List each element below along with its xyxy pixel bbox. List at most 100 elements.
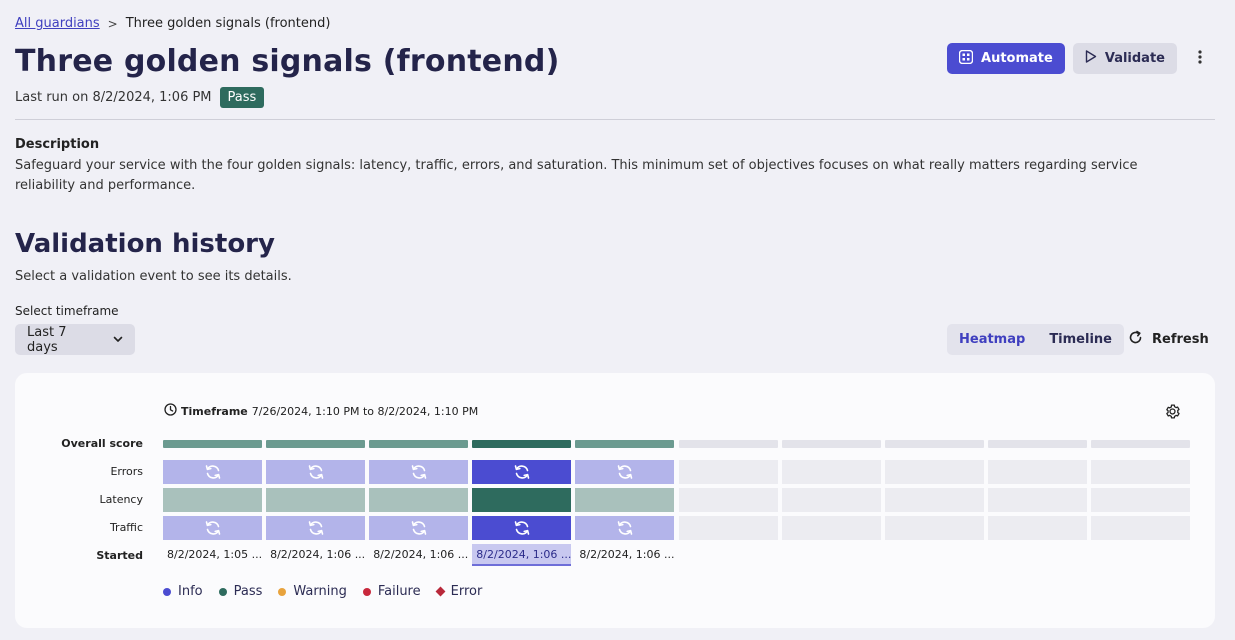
refresh-label: Refresh [1152,332,1209,347]
timeframe-range: 7/26/2024, 1:10 PM to 8/2/2024, 1:10 PM [251,404,479,418]
heatmap-cell-latency[interactable] [266,488,366,512]
heatmap-empty-cell [1090,440,1190,448]
workflow-icon [958,49,974,68]
description-title: Description [15,137,100,152]
heatmap-empty-cell [884,488,984,512]
heatmap-cell-overall[interactable] [163,440,262,448]
sync-icon [308,465,323,479]
heatmap-cell-latency[interactable] [472,488,572,512]
heatmap-cell-overall[interactable] [369,440,469,448]
heatmap-empty-cell [1090,488,1190,512]
header-divider [15,119,1215,120]
heatmap-empty-cell [987,440,1087,448]
heatmap-empty-cell [678,460,778,484]
dot-icon [362,587,371,596]
heatmap-cell-overall[interactable] [266,440,366,448]
heatmap-cell-latency[interactable] [369,488,469,512]
validation-history-subtitle: Select a validation event to see its det… [15,269,292,284]
validate-label: Validate [1104,51,1165,66]
legend-item-pass: Pass [218,584,263,599]
timeframe-prefix: Timeframe [181,404,248,418]
started-timestamp[interactable]: 8/2/2024, 1:06 ... [472,544,572,566]
validate-button[interactable]: Validate [1072,43,1177,74]
heatmap-cell-latency[interactable] [163,488,262,512]
heatmap-cell-latency[interactable] [575,488,675,512]
legend-label: Pass [233,584,263,599]
clock-icon [164,403,177,419]
view-toggle: Heatmap Timeline [947,324,1124,355]
page-title: Three golden signals (frontend) [15,44,560,79]
refresh-button[interactable]: Refresh [1128,324,1209,355]
heatmap-cell-overall[interactable] [472,440,572,448]
breadcrumb: All guardians > Three golden signals (fr… [15,16,330,31]
more-options-button[interactable] [1185,43,1215,74]
heatmap-empty-cell [678,488,778,512]
row-label-overall-score: Overall score [61,437,143,450]
heatmap-empty-cell [987,488,1087,512]
timeframe-value: Last 7 days [27,324,67,355]
last-run-row: Last run on 8/2/2024, 1:06 PM Pass [15,87,265,108]
dot-icon [218,587,227,596]
sync-icon [411,465,426,479]
heatmap-empty-cell [987,460,1087,484]
sync-icon [514,521,530,535]
play-icon [1085,50,1097,67]
started-timestamp[interactable]: 8/2/2024, 1:06 ... [266,544,365,566]
description-text: Safeguard your service with the four gol… [15,158,1138,193]
heatmap-empty-cell [884,460,984,484]
legend-label: Warning [293,584,347,599]
heatmap-cell-traffic[interactable] [369,516,469,540]
heatmap-cell-traffic[interactable] [575,516,675,540]
legend-label: Info [178,584,203,599]
heatmap-timeframe: Timeframe 7/26/2024, 1:10 PM to 8/2/2024… [164,403,478,419]
heatmap-cell-traffic[interactable] [472,516,572,540]
heatmap-settings-button[interactable] [1164,403,1181,424]
sync-icon [617,521,633,535]
header-actions: Automate Validate [947,43,1215,74]
chevron-down-icon [113,332,123,347]
heatmap-empty-cell [987,516,1087,540]
heatmap-cell-errors[interactable] [472,460,572,484]
sync-icon [205,465,220,479]
sync-icon [514,465,530,479]
legend-item-failure: Failure [362,584,421,599]
legend-item-error: Error [435,584,483,599]
heatmap-cell-traffic[interactable] [266,516,366,540]
sync-icon [308,521,323,535]
heatmap-cell-traffic[interactable] [163,516,262,540]
heatmap-empty-cell [884,516,984,540]
started-timestamp[interactable]: 8/2/2024, 1:06 ... [575,544,674,566]
tab-timeline[interactable]: Timeline [1037,324,1124,355]
legend-item-info: Info [163,584,203,599]
heatmap-cell-errors[interactable] [369,460,469,484]
heatmap-cell-overall[interactable] [575,440,675,448]
breadcrumb-parent-link[interactable]: All guardians [15,16,100,31]
refresh-icon [1128,330,1143,349]
timeframe-select[interactable]: Last 7 days [15,324,135,355]
heatmap-empty-cell [781,440,881,448]
heatmap-empty-cell [781,460,881,484]
started-timestamp[interactable]: 8/2/2024, 1:05 ... [163,544,262,566]
breadcrumb-current: Three golden signals (frontend) [125,16,331,31]
heatmap-cell-errors[interactable] [575,460,675,484]
heatmap-cell-errors[interactable] [266,460,366,484]
validation-history-title: Validation history [15,229,275,259]
heatmap-card: Timeframe 7/26/2024, 1:10 PM to 8/2/2024… [15,373,1215,628]
automate-button[interactable]: Automate [947,43,1065,74]
heatmap-empty-cell [884,440,984,448]
timeframe-label: Select timeframe [15,304,119,318]
more-vertical-icon [1198,48,1202,69]
dot-icon [278,587,287,596]
sync-icon [205,521,220,535]
heatmap-cell-errors[interactable] [163,460,262,484]
started-timestamp[interactable]: 8/2/2024, 1:06 ... [369,544,468,566]
heatmap-empty-cell [1090,516,1190,540]
row-label-errors: Errors [110,465,143,478]
heatmap-legend: Info Pass Warning Failure Error [163,584,482,599]
heatmap-empty-cell [781,516,881,540]
chevron-right-icon: > [107,16,118,31]
tab-heatmap[interactable]: Heatmap [947,324,1037,355]
last-run-text: Last run on 8/2/2024, 1:06 PM [15,90,212,105]
legend-label: Error [450,584,483,599]
legend-label: Failure [377,584,421,599]
